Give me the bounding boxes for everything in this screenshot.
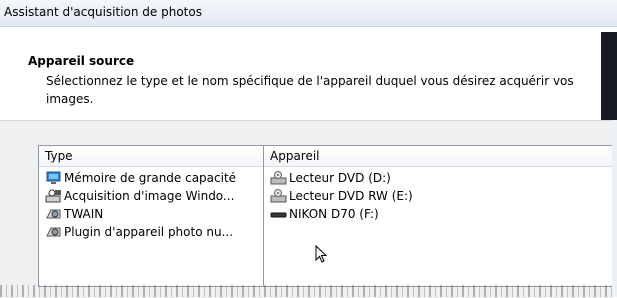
type-item-label: TWAIN bbox=[64, 207, 104, 221]
device-item-label: NIKON D70 (F:) bbox=[289, 207, 379, 221]
monitor-icon bbox=[45, 170, 63, 186]
window-right-edge bbox=[612, 120, 617, 297]
type-item-windows-acquisition[interactable]: Acquisition d'image Windo... bbox=[39, 187, 264, 205]
header-description: Sélectionnez le type et le nom spécifiqu… bbox=[46, 74, 574, 106]
scanner-camera-icon bbox=[45, 188, 63, 204]
type-item-camera-plugin[interactable]: Plugin d'appareil photo nu... bbox=[39, 223, 264, 241]
camera-icon bbox=[45, 224, 63, 240]
mouse-cursor-icon bbox=[315, 244, 331, 265]
title-bar: Assistant d'acquisition de photos bbox=[0, 0, 617, 27]
dvd-drive-icon bbox=[270, 188, 288, 204]
type-item-label: Mémoire de grande capacité bbox=[64, 171, 237, 185]
dvd-drive-icon bbox=[270, 170, 288, 186]
camera-icon bbox=[45, 206, 63, 222]
device-item-label: Lecteur DVD (D:) bbox=[289, 171, 391, 185]
device-item-nikon-d70[interactable]: NIKON D70 (F:) bbox=[264, 205, 613, 223]
type-item-label: Plugin d'appareil photo nu... bbox=[64, 225, 234, 239]
wizard-header: Appareil source Sélectionnez le type et … bbox=[0, 27, 600, 120]
device-list[interactable]: Appareil Lecteur DVD (D:) Lecteur DVD RW… bbox=[263, 145, 614, 287]
removable-drive-icon bbox=[270, 206, 288, 222]
type-item-twain[interactable]: TWAIN bbox=[39, 205, 264, 223]
type-list[interactable]: Type Mémoire de grande capacité Acquisit… bbox=[38, 145, 264, 287]
wizard-body: Type Mémoire de grande capacité Acquisit… bbox=[0, 120, 614, 298]
type-column-header[interactable]: Type bbox=[39, 146, 264, 167]
device-item-dvd-rw-e[interactable]: Lecteur DVD RW (E:) bbox=[264, 187, 613, 205]
device-column-header[interactable]: Appareil bbox=[264, 146, 613, 167]
device-item-label: Lecteur DVD RW (E:) bbox=[289, 189, 413, 203]
type-item-label: Acquisition d'image Windo... bbox=[64, 189, 235, 203]
cropped-edge bbox=[0, 285, 612, 297]
device-item-dvd-d[interactable]: Lecteur DVD (D:) bbox=[264, 169, 613, 187]
type-item-mass-storage[interactable]: Mémoire de grande capacité bbox=[39, 169, 264, 187]
header-side-strip bbox=[601, 32, 617, 120]
header-title: Appareil source bbox=[28, 54, 135, 68]
window-title: Assistant d'acquisition de photos bbox=[4, 5, 202, 19]
